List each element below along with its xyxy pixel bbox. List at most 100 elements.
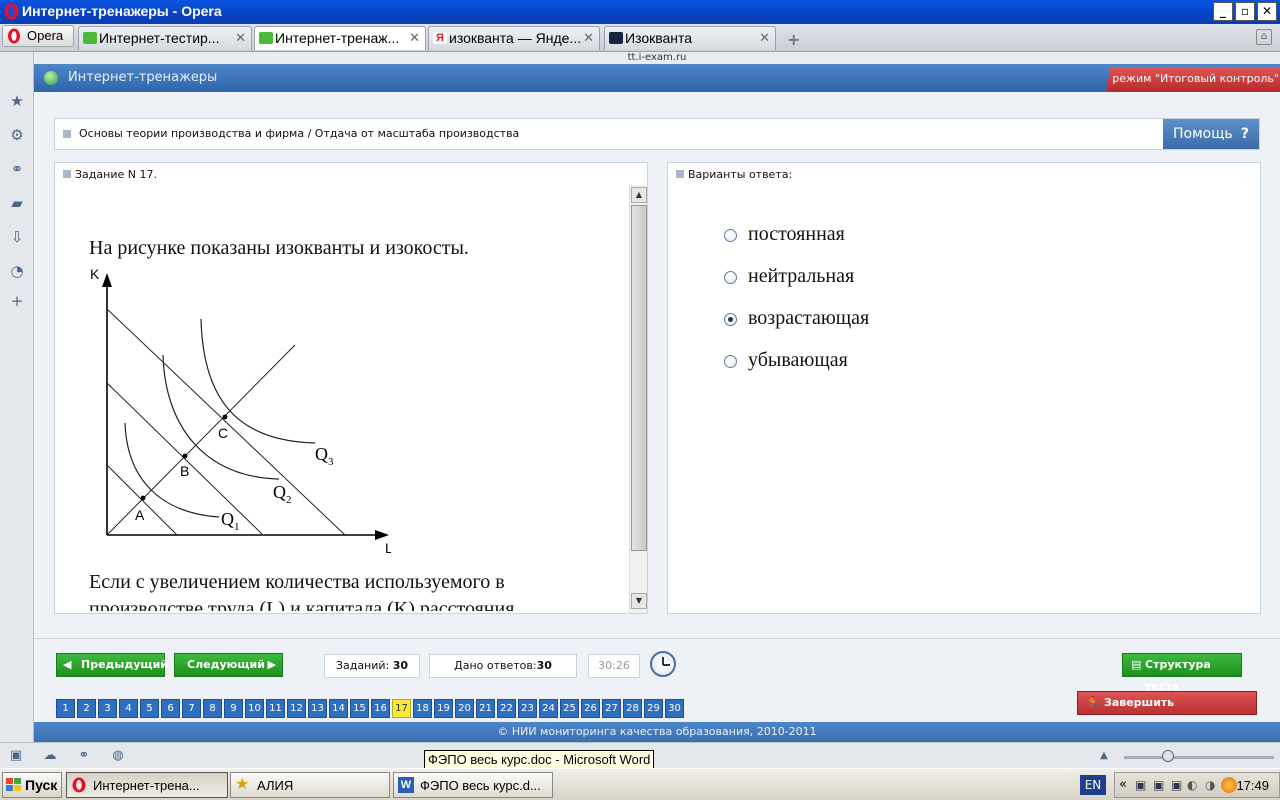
question-number-button[interactable]: 11 (266, 699, 285, 718)
q2-label: Q2 (273, 482, 292, 506)
point-c (222, 414, 228, 420)
topic-breadcrumb: Основы теории производства и фирма / Отд… (79, 127, 520, 140)
bookmarks-star-icon[interactable]: ★ (8, 92, 26, 110)
new-tab-icon[interactable]: + (787, 30, 800, 49)
question-number-button[interactable]: 9 (224, 699, 243, 718)
answered-label: Дано ответов: (454, 659, 537, 672)
bullet-square-icon (676, 170, 684, 178)
taskbar-opera-label: Интернет-трена... (93, 778, 200, 793)
downloads-icon[interactable]: ⇩ (8, 228, 26, 246)
radio-button[interactable] (724, 229, 737, 242)
network-icon[interactable]: ▣ (1153, 778, 1164, 792)
page-footer: © НИИ мониторинга качества образования, … (34, 722, 1280, 742)
question-number-button[interactable]: 14 (329, 699, 348, 718)
minimize-button[interactable]: _ (1213, 2, 1233, 21)
zoom-slider-knob[interactable] (1162, 750, 1174, 762)
taskbar-word[interactable]: W ФЭПО весь курс.d... (393, 772, 553, 798)
question-number-button[interactable]: 2 (77, 699, 96, 718)
system-tray: « ▣ ▣ ▣ ◐ ◑ 17:49 (1114, 772, 1280, 798)
cloud-icon[interactable]: ☁ (42, 748, 58, 764)
maximize-button[interactable]: ▫ (1235, 2, 1255, 21)
close-window-button[interactable]: ✕ (1257, 2, 1277, 21)
test-structure-button[interactable]: ▤ Структура теста (1122, 653, 1242, 693)
answers-panel: Варианты ответа: постоянная нейтральная … (667, 162, 1261, 614)
question-number-button[interactable]: 18 (413, 699, 432, 718)
tab-internet-trainers[interactable]: Интернет-тренаж... ✕ (254, 26, 426, 50)
question-number-button[interactable]: 20 (455, 699, 474, 718)
zoom-slider-track[interactable] (1124, 756, 1274, 759)
tray-expand-icon[interactable]: « (1119, 777, 1127, 792)
answered-count-box: Дано ответов:30 (429, 654, 577, 678)
finish-test-button[interactable]: 🏃 Завершить тестирование (1077, 691, 1257, 731)
close-tab-icon[interactable]: ✕ (235, 30, 246, 46)
clock-icon (650, 651, 676, 677)
add-panel-icon[interactable]: + (8, 292, 26, 310)
question-number-button[interactable]: 7 (182, 699, 201, 718)
question-scrollbar[interactable]: ▲ ▼ (629, 185, 647, 613)
next-button[interactable]: Следующий ▶ (174, 653, 283, 677)
question-number-button[interactable]: 12 (287, 699, 306, 718)
question-number-button[interactable]: 19 (434, 699, 453, 718)
help-button[interactable]: Помощь ? (1163, 119, 1259, 149)
radio-button[interactable] (724, 355, 737, 368)
question-number-button[interactable]: 25 (560, 699, 579, 718)
question-number-current[interactable]: 17 (392, 699, 411, 718)
radio-button-selected[interactable] (724, 313, 737, 326)
network-icon[interactable]: ▣ (1171, 778, 1182, 792)
volume-icon[interactable]: ◐ (1187, 778, 1197, 792)
zoom-up-icon[interactable]: ▲ (1096, 748, 1112, 764)
close-tab-icon[interactable]: ✕ (759, 30, 770, 46)
opera-menu-button[interactable]: Opera (2, 25, 74, 47)
history-clock-icon[interactable]: ◔ (8, 262, 26, 280)
speed-dial-icon[interactable]: ◍ (110, 748, 126, 764)
scrollbar-thumb[interactable] (631, 205, 647, 551)
question-number-button[interactable]: 21 (476, 699, 495, 718)
tab-isoquant[interactable]: Изокванта ✕ (604, 26, 776, 50)
question-number-button[interactable]: 4 (119, 699, 138, 718)
orange-app-icon[interactable] (1221, 777, 1237, 793)
start-button[interactable]: Пуск (2, 772, 62, 798)
language-indicator[interactable]: EN (1080, 775, 1106, 795)
question-number-button[interactable]: 6 (161, 699, 180, 718)
question-number-button[interactable]: 29 (644, 699, 663, 718)
previous-button[interactable]: ◀ Предыдущий (56, 653, 168, 677)
question-number-button[interactable]: 30 (665, 699, 684, 718)
question-number-button[interactable]: 22 (497, 699, 516, 718)
close-tab-icon[interactable]: ✕ (409, 30, 420, 46)
tab-yandex-isoquant[interactable]: Я изокванта — Янде... ✕ (428, 26, 600, 50)
unite-icon[interactable]: ⚭ (76, 748, 92, 764)
question-number-button[interactable]: 3 (98, 699, 117, 718)
question-number-button[interactable]: 1 (56, 699, 75, 718)
question-text-line-2: производстве труда (L) и капитала (K) ра… (89, 598, 515, 611)
windows-taskbar: Пуск Интернет-трена... ★ АЛИЯ W ФЭПО вес… (0, 768, 1280, 800)
radio-button[interactable] (724, 271, 737, 284)
scroll-up-arrow-icon[interactable]: ▲ (631, 187, 647, 203)
trash-icon[interactable]: ⌂ (1256, 29, 1272, 45)
mode-label: режим "Итоговый контроль" (1111, 72, 1279, 85)
notes-icon[interactable]: ▰ (8, 194, 26, 212)
question-number-button[interactable]: 10 (245, 699, 264, 718)
point-b (182, 453, 188, 459)
question-number-button[interactable]: 26 (581, 699, 600, 718)
panel-toggle-icon[interactable]: ▣ (8, 748, 24, 764)
question-number-button[interactable]: 8 (203, 699, 222, 718)
question-number-button[interactable]: 28 (623, 699, 642, 718)
network-icon[interactable]: ▣ (1135, 778, 1146, 792)
question-number-button[interactable]: 13 (308, 699, 327, 718)
gear-icon[interactable]: ⚙ (8, 126, 26, 144)
question-number-button[interactable]: 23 (518, 699, 537, 718)
question-number-button[interactable]: 5 (140, 699, 159, 718)
unite-icon[interactable]: ⚭ (8, 160, 26, 178)
bullet-square-icon (63, 170, 71, 178)
security-icon[interactable]: ◑ (1205, 778, 1215, 792)
taskbar-opera[interactable]: Интернет-трена... (66, 772, 228, 798)
q1-label: Q1 (221, 509, 240, 533)
taskbar-aliya[interactable]: ★ АЛИЯ (230, 772, 390, 798)
question-number-button[interactable]: 24 (539, 699, 558, 718)
close-tab-icon[interactable]: ✕ (583, 30, 594, 46)
question-number-button[interactable]: 16 (371, 699, 390, 718)
scroll-down-arrow-icon[interactable]: ▼ (631, 593, 647, 609)
question-number-button[interactable]: 15 (350, 699, 369, 718)
question-number-button[interactable]: 27 (602, 699, 621, 718)
tab-internet-testing[interactable]: Интернет-тестир... ✕ (78, 26, 252, 50)
